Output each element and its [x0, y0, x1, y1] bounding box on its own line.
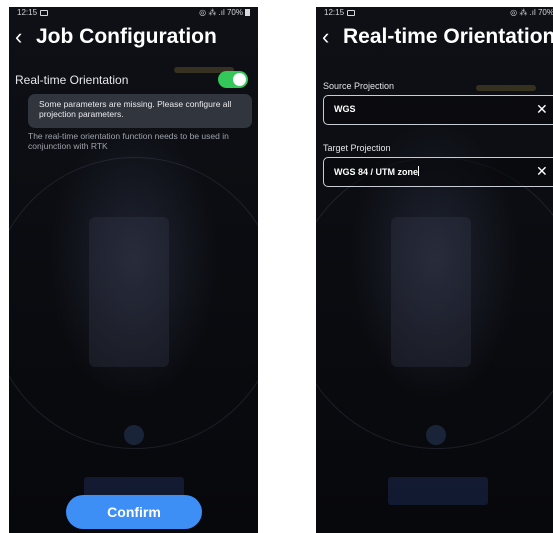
background-drone-shape	[391, 217, 471, 367]
toggle-knob	[233, 73, 246, 86]
warning-text: Some parameters are missing. Please conf…	[39, 99, 232, 119]
page-title: Real-time Orientation	[343, 25, 553, 48]
source-projection-field[interactable]: WGS ✕	[323, 95, 553, 125]
status-indicators: ◎ ⁂ .ıl 70%	[510, 8, 553, 17]
realtime-orientation-screen: 12:15 ◎ ⁂ .ıl 70% ‹ Real-time Orientatio…	[316, 7, 553, 533]
close-icon[interactable]: ✕	[536, 163, 548, 179]
status-time: 12:15	[324, 8, 356, 17]
background-camera-lens	[426, 425, 446, 445]
page-title: Job Configuration	[36, 25, 217, 48]
realtime-orientation-toggle[interactable]	[218, 71, 248, 88]
battery-icon	[245, 9, 250, 17]
realtime-orientation-label: Real-time Orientation	[15, 73, 129, 87]
cast-icon	[40, 9, 49, 16]
background-drone-shape	[89, 217, 169, 367]
background-button-shape	[388, 477, 488, 505]
confirm-button[interactable]: Confirm	[66, 495, 202, 529]
page-header: ‹ Real-time Orientation	[316, 25, 553, 51]
status-indicators: ◎ ⁂ .ıl 70%	[199, 8, 250, 17]
page-header: ‹ Job Configuration	[9, 25, 258, 51]
rtk-note: The real-time orientation function needs…	[28, 131, 229, 151]
source-projection-value: WGS	[334, 104, 356, 114]
text-cursor	[418, 166, 420, 176]
cast-icon	[347, 9, 356, 16]
background-camera-lens	[124, 425, 144, 445]
target-projection-value: WGS 84 / UTM zone	[334, 167, 419, 177]
status-bar: 12:15 ◎ ⁂ .ıl 70%	[316, 7, 553, 21]
source-projection-label: Source Projection	[323, 81, 395, 91]
target-projection-value-wrap: WGS 84 / UTM zone	[334, 166, 420, 177]
background-blur	[476, 85, 536, 91]
warning-message: Some parameters are missing. Please conf…	[28, 94, 252, 128]
chevron-left-icon[interactable]: ‹	[322, 25, 329, 49]
chevron-left-icon[interactable]: ‹	[15, 25, 22, 49]
close-icon[interactable]: ✕	[536, 101, 548, 117]
job-configuration-screen: 12:15 ◎ ⁂ .ıl 70% ‹ Job Configuration Re…	[9, 7, 258, 533]
target-projection-label: Target Projection	[323, 143, 391, 153]
target-projection-input[interactable]: WGS 84 / UTM zone ✕	[323, 157, 553, 187]
status-time: 12:15	[17, 8, 49, 17]
status-bar: 12:15 ◎ ⁂ .ıl 70%	[9, 7, 258, 21]
